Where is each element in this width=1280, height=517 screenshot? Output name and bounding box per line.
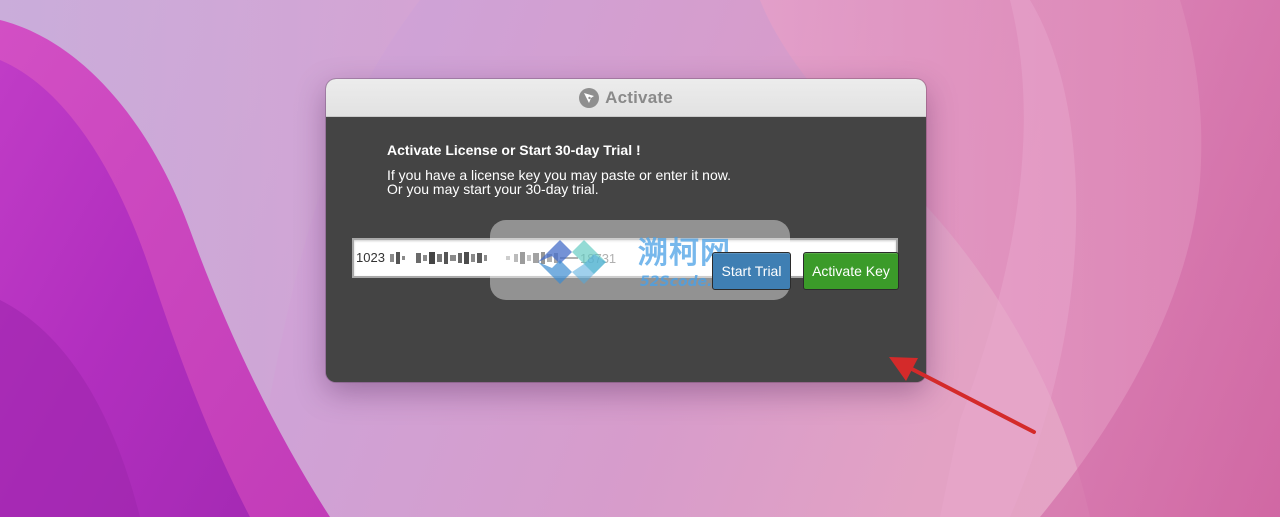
dialog-heading: Activate License or Start 30-day Trial ! <box>387 142 641 158</box>
dialog-description: If you have a license key you may paste … <box>387 168 731 196</box>
dialog-content: Activate License or Start 30-day Trial !… <box>326 117 926 382</box>
activate-key-button[interactable]: Activate Key <box>803 252 899 290</box>
desktop: Activate Activate License or Start 30-da… <box>0 0 1280 517</box>
title-bar: Activate <box>326 79 926 117</box>
diamond-logo-icon <box>538 240 606 284</box>
description-line-2: Or you may start your 30-day trial. <box>387 181 599 197</box>
description-line-1: If you have a license key you may paste … <box>387 167 731 183</box>
start-trial-button[interactable]: Start Trial <box>712 252 791 290</box>
activate-dialog: Activate Activate License or Start 30-da… <box>326 79 926 382</box>
pen-nib-circle-icon <box>579 87 600 108</box>
window-title: Activate <box>605 87 673 107</box>
